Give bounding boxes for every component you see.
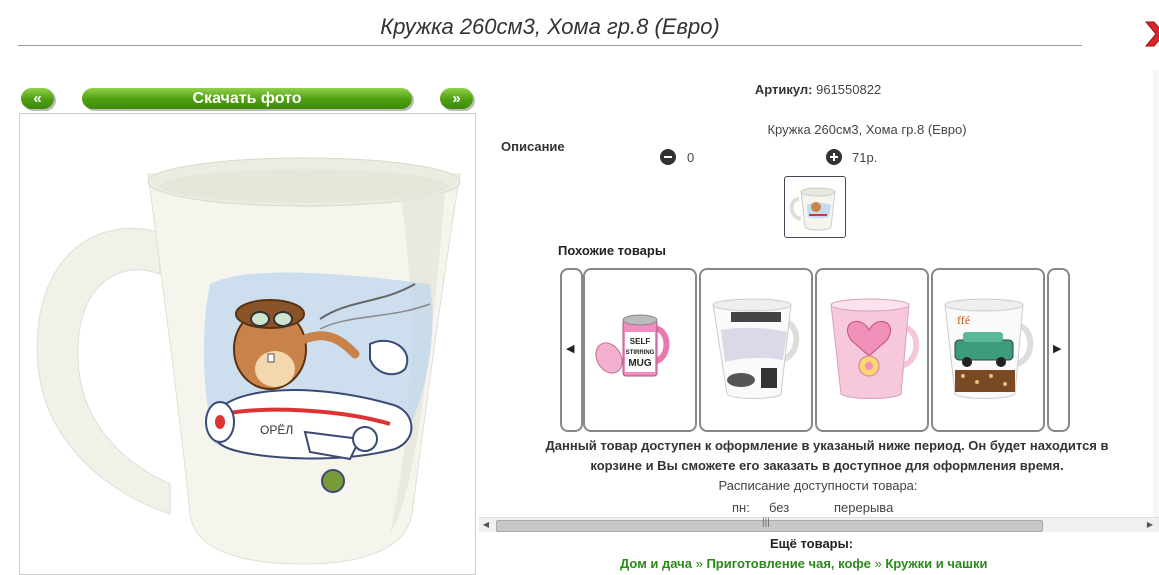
availability-line-2: корзине и Вы сможете его заказать в дост… xyxy=(590,458,1064,473)
vertical-scrollbar[interactable] xyxy=(1153,70,1159,517)
more-products-title: Ещё товары: xyxy=(770,536,854,551)
skip-back-icon: ◀ xyxy=(566,343,575,355)
carousel-next-button[interactable]: ▶ xyxy=(1047,268,1070,432)
title-divider xyxy=(18,45,1082,46)
scroll-right-icon[interactable]: ▶ xyxy=(1143,518,1157,532)
product-thumbnail[interactable] xyxy=(784,176,846,238)
horizontal-scrollbar[interactable]: ◀ ||| ▶ xyxy=(479,517,1159,532)
schedule-day: пн: xyxy=(732,500,750,515)
product-photo: ОРЁЛ xyxy=(19,113,476,575)
schedule-break: перерыва xyxy=(834,500,894,515)
price: 71р. xyxy=(852,150,878,165)
breadcrumb-link-tea-coffee[interactable]: Приготовление чая, кофе xyxy=(706,556,870,571)
sku-label: Артикул: xyxy=(754,82,813,97)
similar-products-title: Похожие товары xyxy=(558,243,666,258)
close-icon[interactable] xyxy=(1140,18,1159,50)
svg-text:ffé: ffé xyxy=(957,313,970,327)
svg-text:MUG: MUG xyxy=(628,358,652,369)
similar-item-pink-heart-mug[interactable] xyxy=(815,268,929,432)
quantity-value: 0 xyxy=(687,150,695,165)
prev-photo-button[interactable]: « xyxy=(21,88,54,109)
svg-text:ОРЁЛ: ОРЁЛ xyxy=(260,423,293,437)
scrollbar-thumb[interactable]: ||| xyxy=(496,517,1043,532)
product-details: Артикул: 961550822 Описание Кружка 260см… xyxy=(477,70,1159,530)
description-label: Описание xyxy=(501,139,565,154)
similar-item-fashion-mug[interactable] xyxy=(699,268,813,432)
availability-line-1: Данный товар доступен к оформление в ука… xyxy=(545,438,1109,453)
skip-forward-icon: ▶ xyxy=(1053,343,1062,355)
svg-text:SELF: SELF xyxy=(630,337,651,346)
breadcrumb-separator: » xyxy=(695,556,703,571)
carousel-prev-button[interactable]: ◀ xyxy=(560,268,583,432)
breadcrumb: Дом и дача » Приготовление чая, кофе » К… xyxy=(620,556,987,571)
scroll-left-icon[interactable]: ◀ xyxy=(479,518,493,532)
similar-item-car-cafe-mug[interactable]: ffé xyxy=(931,268,1045,432)
download-photo-button[interactable]: Скачать фото xyxy=(82,88,412,109)
description-text: Кружка 260см3, Хома гр.8 (Евро) xyxy=(767,122,967,137)
schedule-without: без xyxy=(769,500,790,515)
similar-item-self-stirring-mug[interactable]: SELF STIRRING MUG xyxy=(583,268,697,432)
breadcrumb-separator: » xyxy=(874,556,882,571)
page-title: Кружка 260см3, Хома гр.8 (Евро) xyxy=(380,14,720,39)
sku-value: 961550822 xyxy=(816,82,882,97)
svg-text:STIRRING: STIRRING xyxy=(626,350,655,356)
sku-row: Артикул: 961550822 xyxy=(477,82,1159,97)
breadcrumb-link-mugs-cups[interactable]: Кружки и чашки xyxy=(885,556,987,571)
schedule-title: Расписание доступности товара: xyxy=(718,478,918,493)
breadcrumb-link-home-garden[interactable]: Дом и дача xyxy=(620,556,692,571)
minus-icon[interactable] xyxy=(660,149,676,165)
plus-icon[interactable] xyxy=(826,149,842,165)
availability-notice: Данный товар доступен к оформление в ука… xyxy=(497,436,1157,476)
next-photo-button[interactable]: » xyxy=(440,88,473,109)
